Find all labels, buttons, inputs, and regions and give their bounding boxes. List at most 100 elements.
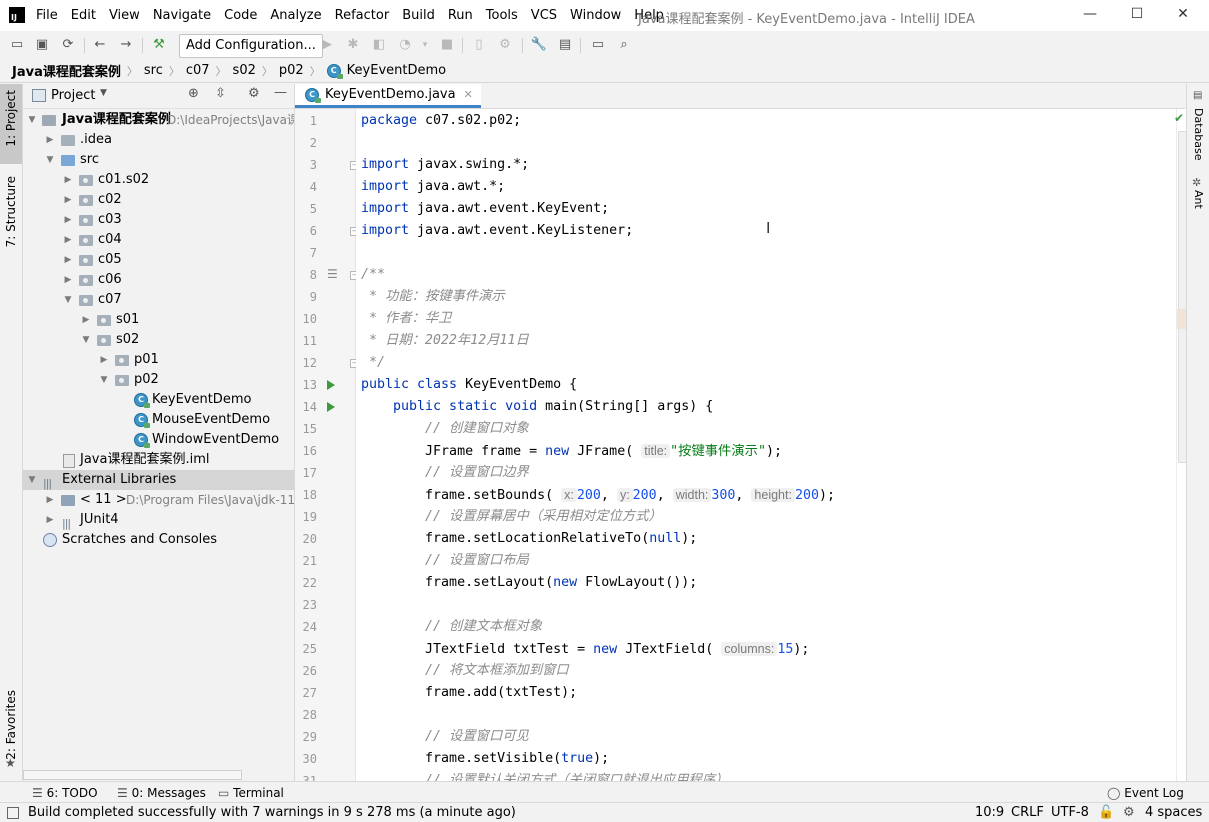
horizontal-scrollbar[interactable] (23, 770, 242, 780)
chevron-down-icon[interactable]: ▾ (416, 36, 434, 54)
hide-panel-icon[interactable]: — (274, 85, 287, 100)
save-all-icon[interactable]: ▣ (33, 36, 51, 54)
chevron-right-icon[interactable]: ▶ (63, 250, 73, 270)
menu-run[interactable]: Run (448, 8, 473, 23)
tree-row-c06[interactable]: ▶ c06 (23, 270, 294, 290)
ant-tool-tab[interactable]: Ant (1192, 190, 1205, 209)
tree-row-c05[interactable]: ▶ c05 (23, 250, 294, 270)
menu-file[interactable]: File (36, 8, 58, 23)
run-main-icon[interactable] (327, 402, 335, 412)
tree-row-windoweventdemo[interactable]: C WindowEventDemo (23, 430, 294, 450)
tree-row-c03[interactable]: ▶ c03 (23, 210, 294, 230)
update-running-icon[interactable]: ⚙ (496, 36, 514, 54)
chevron-right-icon[interactable]: ▶ (81, 310, 91, 330)
close-tab-icon[interactable]: ✕ (464, 88, 473, 101)
tree-row-keyeventdemo[interactable]: C KeyEventDemo (23, 390, 294, 410)
chevron-down-icon[interactable]: ▼ (81, 330, 91, 350)
project-view-title[interactable]: Project (51, 88, 95, 103)
run-icon[interactable]: ▶ (318, 36, 336, 54)
attach-debugger-icon[interactable]: ▯ (470, 36, 488, 54)
project-structure-icon[interactable]: ▤ (556, 36, 574, 54)
tree-row-junit4[interactable]: ▶ ||| JUnit4 (23, 510, 294, 530)
tree-row-project-root[interactable]: ▼ Java课程配套案例 D:\IdeaProjects\Java课 (23, 110, 294, 130)
menu-tools[interactable]: Tools (486, 8, 518, 23)
event-log-tool-tab[interactable]: ◯ Event Log (1107, 786, 1184, 800)
todo-tool-tab[interactable]: ☰ 6: TODO (32, 786, 98, 800)
back-arrow-icon[interactable]: ← (91, 36, 109, 54)
settings-icon[interactable]: ⚙ (1123, 805, 1135, 820)
menu-refactor[interactable]: Refactor (335, 8, 390, 23)
tree-row-c01s02[interactable]: ▶ c01.s02 (23, 170, 294, 190)
toggle-tool-windows-icon[interactable] (7, 807, 19, 819)
tree-row-mouseeventdemo[interactable]: C MouseEventDemo (23, 410, 294, 430)
maximize-button[interactable]: ☐ (1127, 6, 1147, 24)
breadcrumb-class[interactable]: KeyEventDemo (347, 63, 446, 78)
breadcrumb-src[interactable]: src (144, 63, 163, 78)
tree-row-c07[interactable]: ▼ c07 (23, 290, 294, 310)
gear-icon[interactable]: ⚙ (248, 86, 260, 101)
indent-setting[interactable]: 4 spaces (1145, 805, 1202, 820)
database-tool-tab[interactable]: Database (1192, 108, 1205, 161)
chevron-right-icon[interactable]: ▶ (45, 510, 55, 530)
chevron-right-icon[interactable]: ▶ (45, 490, 55, 510)
synchronize-icon[interactable]: ⟳ (59, 36, 77, 54)
tree-row-scratches[interactable]: Scratches and Consoles (23, 530, 294, 550)
chevron-right-icon[interactable]: ▶ (63, 230, 73, 250)
wrench-settings-icon[interactable]: 🔧 (530, 36, 548, 54)
add-configuration-button[interactable]: Add Configuration... (179, 34, 323, 58)
tree-row-src[interactable]: ▼ src (23, 150, 294, 170)
tree-row-s01[interactable]: ▶ s01 (23, 310, 294, 330)
menu-window[interactable]: Window (570, 8, 621, 23)
tree-row-idea[interactable]: ▶ .idea (23, 130, 294, 150)
chevron-down-icon[interactable]: ▼ (45, 150, 55, 170)
stop-icon[interactable]: ■ (438, 36, 456, 54)
menu-view[interactable]: View (109, 8, 140, 23)
breadcrumb-c07[interactable]: c07 (186, 63, 210, 78)
menu-navigate[interactable]: Navigate (153, 8, 211, 23)
code-editor[interactable]: package c07.s02.p02; import javax.swing.… (356, 109, 1176, 781)
chevron-right-icon[interactable]: ▶ (63, 170, 73, 190)
menu-build[interactable]: Build (402, 8, 435, 23)
run-class-icon[interactable] (327, 380, 335, 390)
caret-position[interactable]: 10:9 (975, 805, 1004, 820)
forward-arrow-icon[interactable]: → (117, 36, 135, 54)
chevron-right-icon[interactable]: ▶ (45, 130, 55, 150)
tree-row-c04[interactable]: ▶ c04 (23, 230, 294, 250)
breadcrumb-project[interactable]: Java课程配套案例 (12, 61, 121, 80)
tree-row-external-libraries[interactable]: ▼ ||| External Libraries (23, 470, 294, 490)
tree-row-c02[interactable]: ▶ c02 (23, 190, 294, 210)
tree-row-p02[interactable]: ▼ p02 (23, 370, 294, 390)
chevron-right-icon[interactable]: ▶ (63, 190, 73, 210)
chevron-down-icon[interactable]: ▼ (63, 290, 73, 310)
menu-code[interactable]: Code (224, 8, 257, 23)
file-encoding[interactable]: UTF-8 (1051, 805, 1089, 820)
chevron-right-icon[interactable]: ▶ (63, 210, 73, 230)
status-message[interactable]: Build completed successfully with 7 warn… (28, 805, 516, 820)
menu-edit[interactable]: Edit (71, 8, 96, 23)
tree-row-jdk[interactable]: ▶ < 11 > D:\Program Files\Java\jdk-11 (23, 490, 294, 510)
chevron-down-icon[interactable]: ▼ (100, 88, 107, 98)
breadcrumb-s02[interactable]: s02 (233, 63, 256, 78)
chevron-down-icon[interactable]: ▼ (27, 110, 37, 130)
messages-tool-tab[interactable]: ☰ 0: Messages (117, 786, 206, 800)
doc-render-icon[interactable]: ☰ (327, 267, 338, 281)
tree-row-p01[interactable]: ▶ p01 (23, 350, 294, 370)
lock-icon[interactable]: 🔓 (1098, 805, 1114, 820)
terminal-tool-tab[interactable]: ▭ Terminal (218, 786, 284, 800)
tree-row-s02[interactable]: ▼ s02 (23, 330, 294, 350)
coverage-icon[interactable]: ◧ (370, 36, 388, 54)
breadcrumb-p02[interactable]: p02 (279, 63, 304, 78)
chevron-right-icon[interactable]: ▶ (63, 270, 73, 290)
build-hammer-icon[interactable]: ⚒ (150, 36, 168, 54)
collapse-all-icon[interactable]: ⇳ (215, 86, 226, 101)
terminal-window-icon[interactable]: ▭ (589, 36, 607, 54)
structure-tool-tab[interactable]: 7: Structure (4, 176, 18, 247)
locate-crosshair-icon[interactable]: ⊕ (188, 86, 199, 101)
menu-vcs[interactable]: VCS (531, 8, 557, 23)
favorites-tool-tab[interactable]: 2: Favorites (4, 690, 18, 760)
chevron-down-icon[interactable]: ▼ (27, 470, 37, 490)
chevron-down-icon[interactable]: ▼ (99, 370, 109, 390)
menu-analyze[interactable]: Analyze (270, 8, 321, 23)
line-separator[interactable]: CRLF (1011, 805, 1044, 820)
open-folder-icon[interactable]: ▭ (8, 36, 26, 54)
